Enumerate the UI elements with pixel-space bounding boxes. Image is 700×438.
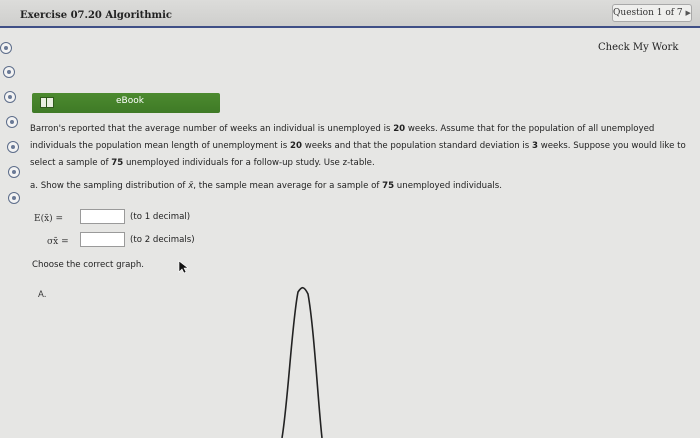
radio-dot-icon[interactable] [6, 116, 18, 128]
next-arrow-icon: ▶ [685, 9, 691, 17]
part-a-prompt: a. Show the sampling distribution of x̄,… [30, 179, 670, 193]
part-a-text: a. Show the sampling distribution of [30, 181, 189, 191]
problem-statement: Barron's reported that the average numbe… [30, 121, 690, 172]
ebook-label: eBook [116, 96, 144, 106]
part-a-sample-size: 75 [382, 181, 395, 191]
expected-value-hint: (to 1 decimal) [130, 212, 191, 222]
book-icon [40, 97, 54, 108]
distribution-curve [281, 286, 323, 438]
question-nav-label: Question 1 of 7 [613, 8, 683, 18]
radio-dot-icon[interactable] [0, 42, 12, 54]
radio-dot-icon[interactable] [8, 192, 20, 204]
problem-text: unemployed individuals for a follow-up s… [123, 158, 375, 168]
standard-error-label: σx̄ = [47, 237, 69, 247]
expected-value-label: E(x̄) = [34, 214, 64, 224]
option-a-graph[interactable] [230, 282, 370, 438]
standard-error-input[interactable] [80, 232, 125, 247]
check-my-work-button[interactable]: Check My Work [598, 42, 678, 53]
ebook-button[interactable]: eBook [32, 93, 220, 113]
radio-dot-icon[interactable] [3, 66, 15, 78]
population-mean-value: 20 [290, 141, 302, 151]
choose-graph-instruction: Choose the correct graph. [32, 260, 145, 270]
radio-dot-icon[interactable] [8, 166, 20, 178]
option-a-label[interactable]: A. [38, 290, 46, 300]
problem-text: weeks and that the population standard d… [301, 141, 532, 151]
problem-text: Barron's reported that the average numbe… [30, 124, 394, 134]
exercise-title: Exercise 07.20 Algorithmic [20, 10, 173, 21]
expected-value-input[interactable] [80, 209, 125, 224]
mouse-pointer-icon [178, 260, 189, 274]
header-bar: Exercise 07.20 Algorithmic Question 1 of… [0, 0, 700, 28]
radio-dot-icon[interactable] [7, 141, 19, 153]
part-a-text: unemployed individuals. [394, 181, 502, 191]
sample-size-value: 75 [111, 158, 124, 168]
mean-weeks-value: 20 [393, 124, 406, 134]
standard-error-hint: (to 2 decimals) [130, 235, 195, 245]
part-a-text: , the sample mean average for a sample o… [193, 181, 383, 191]
question-nav-button[interactable]: Question 1 of 7 ▶ [612, 4, 692, 22]
radio-dot-icon[interactable] [4, 91, 16, 103]
